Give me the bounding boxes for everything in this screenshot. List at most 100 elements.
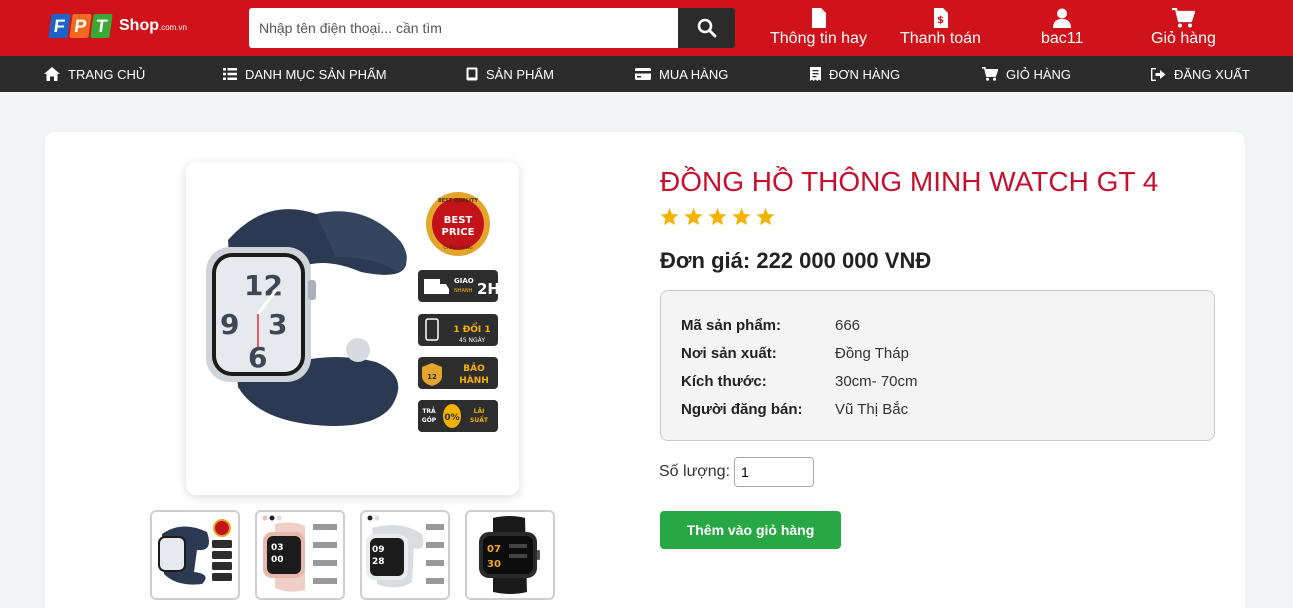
nav-item-label: ĐƠN HÀNG — [829, 66, 901, 82]
warranty-badge: 12 BẢO HÀNH — [418, 357, 498, 389]
search-input[interactable] — [249, 8, 678, 48]
svg-text:$: $ — [937, 15, 944, 26]
svg-text:LÃI: LÃI — [474, 408, 485, 415]
svg-text:NHANH: NHANH — [454, 288, 473, 294]
thumbnail-2[interactable]: 03 00 — [255, 510, 345, 600]
rating-stars — [660, 208, 775, 226]
logo-brand: Shop — [119, 17, 159, 34]
product-main-image[interactable]: 12 9 3 6 BEST QUALITY BEST PRICE CHÍNH H… — [186, 162, 519, 495]
top-header: F P T Shop.com.vn Thông tin hay $ — [0, 0, 1293, 56]
nav-item-logout[interactable]: ĐĂNG XUẤT — [1151, 56, 1250, 92]
spec-value: Vũ Thị Bắc — [835, 401, 909, 418]
price-value: 222 000 000 VNĐ — [756, 248, 932, 273]
watch-crown — [308, 280, 316, 300]
exchange-1-for-1-badge: 1 ĐỔI 1 45 NGÀY — [418, 314, 498, 346]
credit-card-icon — [635, 68, 651, 80]
logo-letter-p: P — [69, 14, 92, 38]
sign-out-icon — [1151, 67, 1166, 81]
main-nav: TRANG CHỦ DANH MỤC SẢN PHẨM SẢN PHẨM MUA… — [0, 56, 1293, 92]
header-account-link[interactable]: bac11 — [1041, 6, 1083, 48]
header-info-link[interactable]: Thông tin hay — [770, 6, 867, 48]
cart-icon — [982, 67, 998, 81]
document-icon — [811, 8, 826, 28]
spec-row-origin: Nơi sản xuất: Đồng Tháp — [681, 345, 909, 362]
price-label: Đơn giá: — [660, 248, 751, 273]
spec-value: Đồng Tháp — [835, 345, 909, 362]
cart-icon — [1171, 8, 1195, 28]
svg-text:0%: 0% — [444, 413, 459, 423]
svg-text:PRICE: PRICE — [442, 227, 475, 238]
watch-face-digit-9: 9 — [220, 308, 239, 341]
thumbnail-3[interactable]: 09 28 — [360, 510, 450, 600]
smartwatch-illustration: 12 9 3 6 BEST QUALITY BEST PRICE CHÍNH H… — [206, 192, 500, 432]
svg-text:GIAO: GIAO — [454, 277, 474, 285]
svg-text:HÀNH: HÀNH — [459, 374, 489, 386]
spec-row-size: Kích thước: 30cm- 70cm — [681, 373, 918, 390]
thumbnail-4[interactable]: 07 30 — [465, 510, 555, 600]
nav-item-label: ĐĂNG XUẤT — [1174, 66, 1250, 82]
svg-text:GÓP: GÓP — [422, 417, 437, 424]
watch-face-digit-3: 3 — [268, 308, 287, 341]
svg-text:BEST: BEST — [444, 215, 473, 226]
nav-item-label: TRANG CHỦ — [68, 66, 146, 82]
thumbnail-image — [158, 519, 232, 585]
invoice-dollar-icon: $ — [933, 8, 948, 28]
search-bar — [249, 8, 735, 48]
svg-text:09: 09 — [372, 545, 385, 555]
add-to-cart-button[interactable]: Thêm vào giỏ hàng — [660, 511, 841, 549]
nav-item-products[interactable]: SẢN PHẨM — [466, 56, 554, 92]
header-cart-link[interactable]: Giỏ hàng — [1151, 6, 1216, 48]
list-icon — [223, 68, 237, 80]
product-specs-box: Mã sản phẩm: 666 Nơi sản xuất: Đồng Tháp… — [660, 290, 1215, 441]
star-icon — [732, 208, 751, 226]
svg-text:BEST QUALITY: BEST QUALITY — [438, 198, 478, 204]
thumbnail-image: 07 30 — [479, 516, 540, 594]
svg-text:03: 03 — [271, 543, 284, 553]
thumbnail-image: 09 28 — [366, 515, 444, 588]
quantity-group: Số lượng: — [659, 457, 815, 487]
svg-text:45 NGÀY: 45 NGÀY — [459, 337, 485, 344]
nav-item-orders[interactable]: ĐƠN HÀNG — [810, 56, 900, 92]
star-icon — [756, 208, 775, 226]
star-icon — [708, 208, 727, 226]
header-payment-label: Thanh toán — [900, 30, 981, 47]
svg-text:2H: 2H — [477, 280, 500, 298]
nav-item-cart[interactable]: GIỎ HÀNG — [982, 56, 1071, 92]
user-icon — [1053, 8, 1072, 28]
svg-text:CHÍNH HÃNG: CHÍNH HÃNG — [443, 244, 473, 251]
installment-0-percent-badge: TRẢ GÓP 0% LÃI SUẤT — [418, 400, 498, 432]
svg-text:BẢO: BẢO — [463, 362, 485, 374]
svg-text:28: 28 — [372, 557, 385, 567]
logo-tiles: F P T — [48, 14, 113, 38]
star-icon — [660, 208, 679, 226]
logo-brand-text: Shop.com.vn — [119, 17, 187, 35]
delivery-2h-badge: GIAO NHANH 2H — [418, 270, 500, 302]
nav-item-label: DANH MỤC SẢN PHẨM — [245, 66, 387, 82]
svg-text:00: 00 — [271, 555, 284, 565]
nav-item-buy[interactable]: MUA HÀNG — [635, 56, 728, 92]
svg-text:SUẤT: SUẤT — [470, 416, 489, 424]
thumbnail-image: 03 00 — [262, 515, 337, 592]
logo-letter-t: T — [90, 14, 113, 38]
product-price: Đơn giá: 222 000 000 VNĐ — [660, 248, 931, 274]
nav-item-home[interactable]: TRANG CHỦ — [44, 56, 145, 92]
svg-text:TRẢ: TRẢ — [422, 407, 436, 415]
quantity-input[interactable] — [734, 457, 815, 487]
watch-face-digit-12: 12 — [244, 269, 283, 302]
search-button[interactable] — [678, 8, 735, 48]
tablet-icon — [466, 67, 478, 81]
spec-label: Nơi sản xuất: — [681, 345, 777, 362]
product-title: ĐỒNG HỒ THÔNG MINH WATCH GT 4 — [660, 166, 1159, 197]
svg-text:30: 30 — [487, 559, 501, 570]
home-icon — [44, 67, 60, 81]
nav-item-label: MUA HÀNG — [659, 66, 729, 82]
spec-row-seller: Người đăng bán: Vũ Thị Bắc — [681, 401, 908, 418]
quantity-label: Số lượng: — [659, 463, 731, 480]
header-payment-link[interactable]: $ Thanh toán — [900, 6, 981, 48]
nav-item-categories[interactable]: DANH MỤC SẢN PHẨM — [223, 56, 387, 92]
fpt-shop-logo[interactable]: F P T Shop.com.vn — [48, 10, 187, 42]
search-icon — [697, 18, 716, 38]
spec-label: Kích thước: — [681, 373, 767, 390]
spec-value: 666 — [835, 317, 861, 334]
thumbnail-1[interactable] — [150, 510, 240, 600]
